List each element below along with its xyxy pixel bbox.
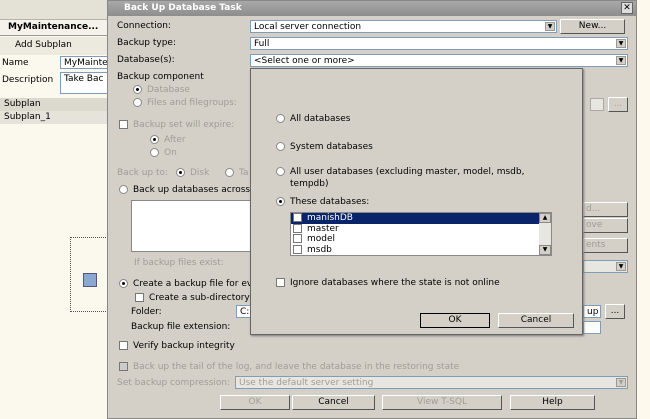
backup-type-label: Backup type:	[117, 38, 176, 48]
scrollbar[interactable]: ▲ ▼	[539, 213, 551, 255]
description-input[interactable]: Take Bac	[60, 72, 110, 94]
list-item[interactable]: master	[291, 223, 551, 235]
ok-button: OK	[220, 395, 290, 410]
if-exist-select: ▼	[583, 260, 628, 273]
add-subplan-button[interactable]: Add Subplan	[0, 37, 107, 55]
user-databases-radio[interactable]: All user databases (excluding master, mo…	[276, 167, 524, 177]
component-database-radio: Database	[133, 85, 190, 95]
verify-checkbox[interactable]: Verify backup integrity	[119, 341, 235, 351]
disk-radio: Disk	[176, 168, 209, 178]
popup-cancel-button[interactable]: Cancel	[498, 313, 574, 328]
backup-type-value: Full	[254, 39, 270, 49]
designer-toolbar	[0, 0, 107, 20]
task-box[interactable]	[70, 237, 110, 312]
popup-ok-button[interactable]: OK	[420, 313, 490, 328]
chevron-down-icon: ▼	[616, 56, 626, 65]
compression-label: Set backup compression:	[117, 378, 231, 388]
chevron-down-icon: ▼	[545, 22, 555, 31]
user-databases-label-cont: tempdb)	[290, 179, 329, 189]
add-button: d...	[583, 202, 628, 217]
scroll-down-icon[interactable]: ▼	[539, 245, 551, 255]
expire-after-radio: After	[150, 135, 186, 145]
list-item[interactable]: msdb	[291, 244, 551, 256]
name-label: Name	[2, 58, 29, 68]
list-item[interactable]: ✓ manishDB	[291, 213, 551, 224]
all-databases-radio[interactable]: All databases	[276, 114, 350, 124]
extension-label: Backup file extension:	[131, 322, 231, 332]
databases-label: Database(s):	[117, 55, 175, 65]
create-backup-file-radio[interactable]: Create a backup file for ev	[119, 279, 252, 289]
scroll-up-icon[interactable]: ▲	[539, 213, 551, 223]
backup-to-label: Back up to:	[117, 168, 169, 178]
destination-list[interactable]	[131, 200, 256, 252]
dialog-title: Back Up Database Task	[108, 1, 636, 16]
cancel-button[interactable]: Cancel	[292, 395, 375, 410]
list-item[interactable]: model	[291, 234, 551, 245]
maintenance-plan-panel: MyMaintenance... Add Subplan Name MyMain…	[0, 0, 110, 419]
description-label: Description	[2, 75, 54, 85]
tape-radio: Ta	[225, 168, 249, 178]
subdirectory-checkbox[interactable]: Create a sub-directory	[135, 293, 250, 303]
system-databases-radio[interactable]: System databases	[276, 142, 373, 152]
connection-value: Local server connection	[254, 22, 362, 32]
name-input[interactable]: MyMainte	[60, 56, 110, 69]
tab-maintenance-plan[interactable]: MyMaintenance...	[0, 20, 107, 36]
connection-select[interactable]: Local server connection ▼	[250, 20, 557, 33]
connection-label: Connection:	[117, 21, 171, 31]
folder-browse-button[interactable]: ...	[605, 304, 625, 319]
expire-checkbox: Backup set will expire:	[119, 120, 234, 130]
view-tsql-button: View T-SQL	[382, 395, 502, 410]
help-button[interactable]: Help	[510, 395, 595, 410]
add-subplan-label: Add Subplan	[15, 40, 72, 50]
chevron-down-icon: ▼	[616, 39, 626, 48]
component-files-radio: Files and filegroups:	[133, 98, 237, 108]
these-databases-radio[interactable]: These databases:	[276, 197, 369, 207]
new-connection-button[interactable]: New...	[560, 19, 625, 34]
files-browse-button: ...	[608, 97, 628, 112]
tail-log-checkbox: Back up the tail of the log, and leave t…	[119, 362, 459, 372]
backup-across-radio[interactable]: Back up databases across	[119, 185, 250, 195]
folder-label: Folder:	[131, 307, 162, 317]
close-icon[interactable]: ✕	[621, 2, 633, 14]
folder-input-right[interactable]: up	[583, 305, 601, 318]
extension-input[interactable]	[583, 321, 601, 334]
backup-component-label: Backup component	[117, 72, 204, 82]
task-icon	[83, 273, 97, 287]
contents-button: ents	[583, 238, 628, 253]
backup-type-select[interactable]: Full ▼	[250, 37, 628, 50]
databases-select[interactable]: <Select one or more> ▼	[250, 54, 628, 67]
remove-button: ove	[583, 218, 628, 233]
if-exist-label: If backup files exist:	[134, 258, 224, 268]
database-list[interactable]: ✓ manishDB master model msdb ▲ ▼	[290, 212, 552, 256]
expire-on-radio: On	[150, 148, 177, 158]
compression-select: Use the default server setting ▼	[235, 376, 628, 389]
files-field	[590, 98, 604, 111]
subplan-header: Subplan	[0, 98, 107, 111]
databases-value: <Select one or more>	[254, 56, 355, 66]
ignore-offline-checkbox[interactable]: Ignore databases where the state is not …	[276, 278, 500, 288]
subplan-row[interactable]: Subplan_1	[0, 111, 107, 124]
